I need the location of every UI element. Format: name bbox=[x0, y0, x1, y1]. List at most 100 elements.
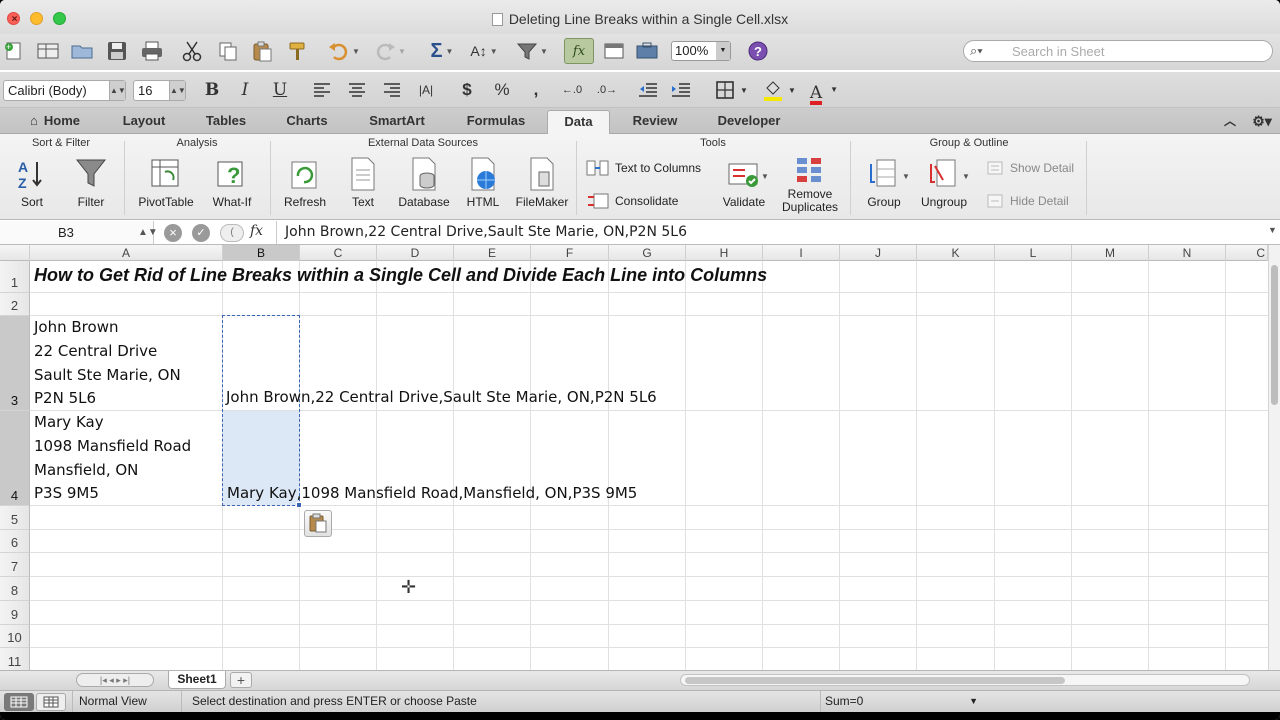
column-header[interactable]: B bbox=[223, 245, 300, 261]
align-right-button[interactable] bbox=[380, 78, 404, 102]
cell-b4[interactable]: Mary Kay,1098 Mansfield Road,Mansfield, … bbox=[227, 484, 637, 502]
row-header[interactable]: 11 bbox=[0, 648, 30, 670]
undo-button[interactable]: ▼ bbox=[322, 38, 366, 64]
cell-a1[interactable]: How to Get Rid of Line Breaks within a S… bbox=[34, 265, 767, 286]
row-header[interactable]: 1 bbox=[0, 261, 30, 293]
column-header[interactable]: J bbox=[840, 245, 917, 261]
comma-style-button[interactable]: , bbox=[526, 78, 546, 102]
normal-view-button[interactable] bbox=[4, 693, 34, 711]
new-button[interactable]: + bbox=[2, 38, 26, 64]
redo-button[interactable]: ▼ bbox=[370, 38, 410, 64]
show-detail-button[interactable]: Show Detail bbox=[986, 159, 1074, 177]
text-import-button[interactable]: Text bbox=[340, 156, 386, 216]
align-left-button[interactable] bbox=[310, 78, 334, 102]
expand-formula-bar-icon[interactable]: ▼ bbox=[1268, 225, 1277, 235]
cell-a3[interactable]: John Brown 22 Central Drive Sault Ste Mari… bbox=[34, 316, 181, 411]
increase-decimal-button[interactable]: ←.0 bbox=[558, 78, 586, 102]
cell-b3[interactable]: John Brown,22 Central Drive,Sault Ste Ma… bbox=[226, 388, 657, 406]
row-header[interactable]: 7 bbox=[0, 553, 30, 577]
cell-a4[interactable]: Mary Kay 1098 Mansfield Road Mansfield, ON… bbox=[34, 411, 191, 506]
font-color-button[interactable]: A ▼ bbox=[804, 78, 844, 105]
paste-button[interactable] bbox=[248, 38, 276, 64]
sort-toolbar-button[interactable]: A↕ ▼ bbox=[464, 38, 504, 64]
templates-button[interactable] bbox=[34, 38, 62, 64]
group-dropdown-icon[interactable]: ▼ bbox=[902, 172, 910, 181]
fill-handle[interactable] bbox=[296, 502, 302, 508]
align-center-button[interactable] bbox=[345, 78, 369, 102]
fill-color-button[interactable]: ▼ bbox=[758, 78, 800, 102]
column-header[interactable]: A bbox=[30, 245, 223, 261]
borders-button[interactable]: ▼ bbox=[710, 78, 754, 102]
add-sheet-button[interactable]: + bbox=[230, 672, 252, 688]
validate-button[interactable]: Validate bbox=[716, 156, 772, 216]
row-header[interactable]: 4 bbox=[0, 411, 30, 506]
sheet-tab-sheet1[interactable]: Sheet1 bbox=[168, 671, 226, 689]
italic-button[interactable]: I bbox=[233, 78, 257, 102]
formula-input[interactable]: John Brown,22 Central Drive,Sault Ste Ma… bbox=[276, 221, 1266, 244]
sum-display[interactable]: Sum=0 ▼ bbox=[820, 691, 984, 712]
filter-toolbar-button[interactable]: ▼ bbox=[510, 38, 554, 64]
column-header[interactable]: C bbox=[1226, 245, 1268, 261]
hide-detail-button[interactable]: Hide Detail bbox=[986, 192, 1069, 210]
column-header[interactable]: G bbox=[609, 245, 686, 261]
help-button[interactable]: ? bbox=[746, 38, 770, 64]
ungroup-dropdown-icon[interactable]: ▼ bbox=[962, 172, 970, 181]
filter-button[interactable]: Filter bbox=[62, 156, 120, 216]
tab-tables[interactable]: Tables bbox=[190, 110, 262, 134]
row-header[interactable]: 9 bbox=[0, 601, 30, 625]
zoom-field[interactable]: 100% ▼ bbox=[670, 38, 732, 64]
name-box[interactable]: B3 ▲▼ bbox=[0, 221, 158, 244]
text-to-columns-button[interactable]: Text to Columns bbox=[586, 158, 701, 178]
open-button[interactable] bbox=[68, 38, 96, 64]
spreadsheet-grid[interactable]: A B C D E F G H I J K L M N C 1 2 3 4 5 … bbox=[0, 245, 1280, 670]
select-all-corner[interactable] bbox=[0, 245, 30, 261]
tab-review[interactable]: Review bbox=[620, 110, 690, 134]
column-header[interactable]: N bbox=[1149, 245, 1226, 261]
font-name-select[interactable]: Calibri (Body) ▲▼ bbox=[3, 80, 126, 101]
row-header[interactable]: 3 bbox=[0, 316, 30, 411]
font-size-select[interactable]: 16 ▲▼ bbox=[133, 80, 186, 101]
copy-button[interactable] bbox=[214, 38, 242, 64]
column-header[interactable]: C bbox=[300, 245, 377, 261]
underline-button[interactable]: U bbox=[268, 78, 292, 102]
tab-smartart[interactable]: SmartArt bbox=[352, 110, 442, 134]
horizontal-scroll-thumb[interactable] bbox=[685, 677, 1065, 684]
sort-button[interactable]: AZ Sort bbox=[6, 156, 58, 216]
column-header[interactable]: D bbox=[377, 245, 454, 261]
group-button[interactable]: Group bbox=[858, 156, 910, 216]
row-header[interactable]: 10 bbox=[0, 625, 30, 648]
tab-charts[interactable]: Charts bbox=[272, 110, 342, 134]
database-button[interactable]: Database bbox=[394, 156, 454, 216]
percent-button[interactable]: % bbox=[490, 78, 514, 102]
ribbon-settings-button[interactable]: ⚙▾ bbox=[1248, 110, 1276, 134]
row-header[interactable]: 8 bbox=[0, 577, 30, 601]
paste-options-button[interactable] bbox=[304, 510, 332, 537]
remove-duplicates-button[interactable]: Remove Duplicates bbox=[778, 156, 842, 216]
vertical-scrollbar[interactable] bbox=[1268, 245, 1280, 670]
horizontal-scrollbar[interactable] bbox=[680, 674, 1250, 686]
collapse-ribbon-button[interactable]: ︿ bbox=[1220, 110, 1240, 134]
formula-builder-button[interactable]: fx bbox=[564, 38, 594, 64]
formula-dropdown-button[interactable]: ( bbox=[220, 224, 244, 242]
decrease-decimal-button[interactable]: .0→ bbox=[593, 78, 621, 102]
html-button[interactable]: HTML bbox=[460, 156, 506, 216]
fx-insert-function-button[interactable]: fx bbox=[250, 223, 263, 239]
save-button[interactable] bbox=[104, 38, 130, 64]
gallery-button[interactable] bbox=[600, 38, 628, 64]
accept-entry-button[interactable]: ✓ bbox=[192, 224, 210, 242]
consolidate-button[interactable]: Consolidate bbox=[586, 191, 678, 211]
column-header[interactable]: L bbox=[995, 245, 1072, 261]
row-header[interactable]: 2 bbox=[0, 293, 30, 316]
cancel-entry-button[interactable]: × bbox=[164, 224, 182, 242]
wrap-text-button[interactable]: |A| bbox=[414, 78, 438, 102]
column-header[interactable]: H bbox=[686, 245, 763, 261]
refresh-button[interactable]: Refresh bbox=[278, 156, 332, 216]
decrease-indent-button[interactable] bbox=[635, 78, 661, 102]
sheet-navigation[interactable]: |◂ ◂ ▸ ▸| bbox=[76, 673, 154, 687]
currency-button[interactable]: $ bbox=[455, 78, 479, 102]
vertical-scroll-thumb[interactable] bbox=[1271, 265, 1278, 405]
filemaker-button[interactable]: FileMaker bbox=[512, 156, 572, 216]
column-header[interactable]: M bbox=[1072, 245, 1149, 261]
tab-formulas[interactable]: Formulas bbox=[452, 110, 540, 134]
search-field[interactable]: ⌕▾ Search in Sheet bbox=[962, 38, 1274, 64]
